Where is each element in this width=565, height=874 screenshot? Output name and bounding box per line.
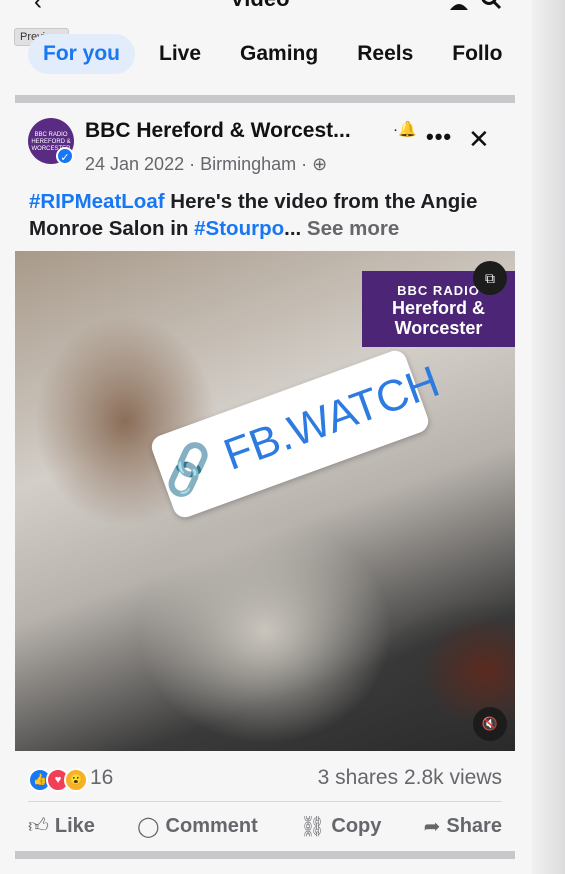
post-header: BBC RADIO HEREFORD & WORCESTER ✓ BBC Her… <box>28 118 508 178</box>
reaction-count[interactable]: 16 <box>90 766 113 790</box>
post-stats: 👍 ♥ 😮 16 3 shares 2.8k views <box>28 766 502 794</box>
post-meta: 24 Jan 2022 · Birmingham · ⊕ <box>85 154 327 175</box>
section-divider-bottom <box>15 851 515 859</box>
hashtag-link[interactable]: #RIPMeatLoaf <box>29 190 165 213</box>
top-bar: ‹ Video <box>0 0 532 16</box>
tab-reels[interactable]: Reels <box>357 42 413 66</box>
share-arrow-icon: ➦ <box>423 815 441 838</box>
post-location[interactable]: Birmingham <box>200 154 296 174</box>
comment-icon: ◯ <box>137 815 160 838</box>
video-feed-page: ‹ Video Previous For you Live Gaming Ree… <box>0 0 532 874</box>
top-icons <box>448 0 502 10</box>
comment-label: Comment <box>165 814 258 837</box>
comment-button[interactable]: ◯ Comment <box>137 814 258 839</box>
shares-count[interactable]: 3 shares <box>318 766 399 789</box>
tab-for-you[interactable]: For you <box>28 34 135 74</box>
tab-live[interactable]: Live <box>159 42 201 66</box>
action-bar: 👍︎ Like ◯ Comment ⛓ Copy ➦ Share <box>28 808 502 844</box>
like-label: Like <box>54 814 95 837</box>
brand-line-3: Worcester <box>394 318 483 338</box>
close-icon[interactable]: ✕ <box>468 124 490 155</box>
post-date[interactable]: 24 Jan 2022 <box>85 154 184 174</box>
picture-in-picture-icon[interactable]: ⧉ <box>473 261 507 295</box>
share-button[interactable]: ➦ Share <box>424 814 502 839</box>
thumbs-up-icon: 👍︎ <box>28 815 49 837</box>
wow-reaction-icon: 😮 <box>64 768 88 792</box>
post-caption: #RIPMeatLoaf Here's the video from the A… <box>29 188 509 242</box>
bell-icon[interactable]: ·🔔 <box>393 120 417 138</box>
more-options-icon[interactable]: ••• <box>426 124 452 150</box>
video-player[interactable]: BBC RADIO Hereford & Worcester ⧉ 🔗 FB.WA… <box>15 251 515 751</box>
share-label: Share <box>446 814 502 837</box>
page-name[interactable]: BBC Hereford & Worcest... <box>85 119 351 143</box>
tab-following[interactable]: Follo <box>452 42 502 66</box>
section-divider <box>15 95 515 103</box>
meta-separator: · <box>301 154 313 174</box>
screen-edge <box>532 0 565 874</box>
hashtag-link[interactable]: #Stourpo <box>194 217 284 240</box>
see-more-link[interactable]: See more <box>307 217 399 240</box>
back-arrow-icon[interactable]: ‹ <box>34 0 42 16</box>
views-count: 2.8k views <box>403 766 502 789</box>
reactions[interactable]: 👍 ♥ 😮 <box>28 768 88 792</box>
shares-views: 3 shares 2.8k views <box>318 766 502 790</box>
link-icon: ⛓ <box>300 815 326 838</box>
globe-icon: ⊕ <box>312 154 328 174</box>
page-title: Video <box>230 0 290 12</box>
like-button[interactable]: 👍︎ Like <box>28 814 95 838</box>
caption-ellipsis: ... <box>284 217 307 240</box>
copy-label: Copy <box>331 814 382 837</box>
meta-separator: · <box>189 154 201 174</box>
copy-button[interactable]: ⛓ Copy <box>300 814 381 839</box>
video-tabs: For you Live Gaming Reels Follo <box>28 32 532 76</box>
stats-divider <box>28 801 502 802</box>
tab-gaming[interactable]: Gaming <box>240 42 318 66</box>
search-icon[interactable] <box>480 0 502 10</box>
profile-icon[interactable] <box>448 0 470 10</box>
verified-badge-icon: ✓ <box>56 147 74 165</box>
brand-line-2: Hereford & <box>391 298 485 318</box>
mute-icon[interactable]: 🔇 <box>473 707 507 741</box>
